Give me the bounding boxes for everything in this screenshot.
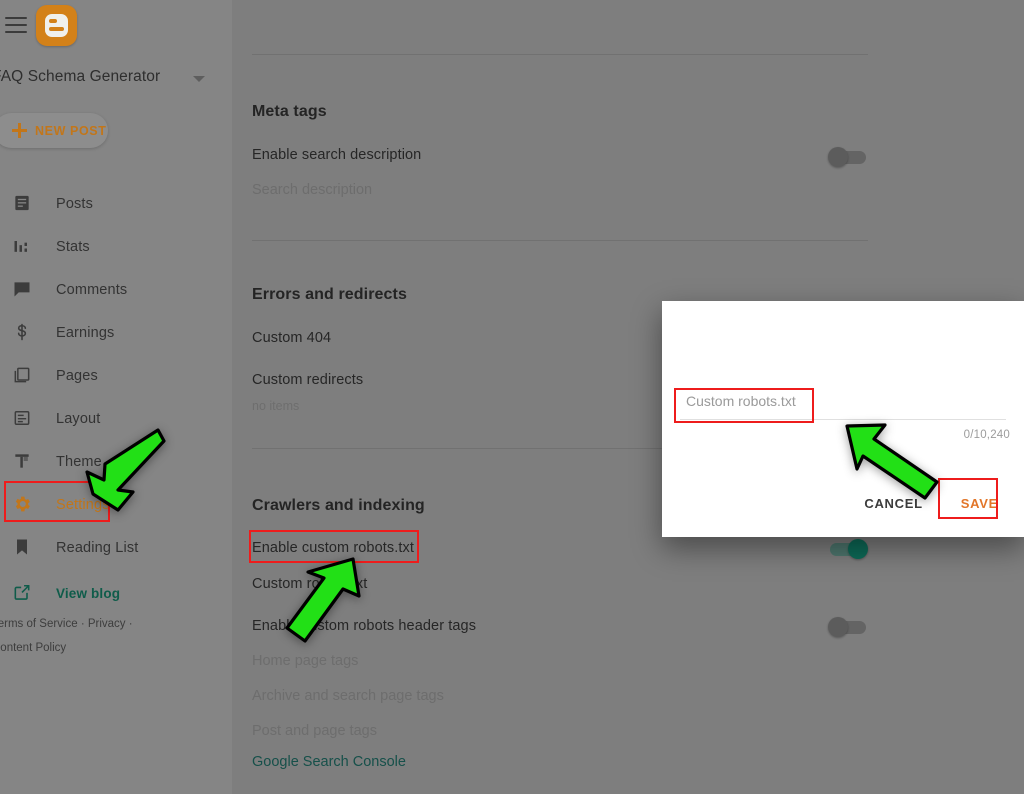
blogger-logo-icon[interactable] bbox=[36, 5, 77, 46]
row-label-enable-custom-robots-txt[interactable]: Enable custom robots.txt bbox=[252, 540, 414, 556]
sidebar-item-label: Reading List bbox=[56, 539, 139, 556]
row-label-enable-search-description[interactable]: Enable search description bbox=[252, 147, 421, 163]
sidebar-item-earnings[interactable]: Earnings bbox=[0, 311, 232, 354]
sidebar-item-label: Earnings bbox=[56, 324, 115, 341]
theme-icon bbox=[12, 451, 34, 473]
row-label-post-and-page-tags[interactable]: Post and page tags bbox=[252, 723, 377, 739]
sidebar-nav: Posts Stats Comments Earnings Pages Layo… bbox=[0, 182, 232, 615]
custom-robots-txt-placeholder: Custom robots.txt bbox=[686, 393, 796, 409]
footer-legal-line-2[interactable]: Content Policy bbox=[0, 636, 66, 660]
character-counter: 0/10,240 bbox=[963, 429, 1010, 441]
row-label-google-search-console[interactable]: Google Search Console bbox=[252, 754, 406, 770]
earnings-dollar-icon bbox=[12, 322, 34, 344]
row-label-custom-404[interactable]: Custom 404 bbox=[252, 330, 331, 346]
section-title-errors-and-redirects: Errors and redirects bbox=[252, 286, 407, 303]
row-label-search-description[interactable]: Search description bbox=[252, 182, 372, 198]
sidebar-topbar bbox=[0, 0, 232, 56]
blog-title: FAQ Schema Generator bbox=[0, 68, 161, 85]
row-sub-custom-redirects: no items bbox=[252, 399, 300, 413]
stats-icon bbox=[12, 236, 34, 258]
sidebar-item-view-blog[interactable]: View blog bbox=[0, 571, 232, 615]
new-post-label: NEW POST bbox=[35, 123, 107, 138]
screen-root: FAQ Schema Generator NEW POST Posts Stat… bbox=[0, 0, 1024, 794]
custom-robots-txt-field[interactable]: Custom robots.txt bbox=[680, 387, 1006, 420]
row-label-enable-custom-robots-header-tags[interactable]: Enable custom robots header tags bbox=[252, 618, 476, 634]
toggle-enable-custom-robots-header-tags[interactable] bbox=[828, 617, 872, 637]
new-post-button[interactable]: NEW POST bbox=[0, 113, 108, 148]
divider bbox=[252, 54, 868, 55]
save-button[interactable]: SAVE bbox=[947, 490, 1012, 517]
blog-selector[interactable]: FAQ Schema Generator bbox=[0, 68, 232, 94]
plus-icon bbox=[12, 123, 27, 138]
sidebar-item-label: Posts bbox=[56, 195, 94, 212]
section-title-crawlers-and-indexing: Crawlers and indexing bbox=[252, 497, 425, 514]
dialog-actions: CANCEL SAVE bbox=[854, 490, 1012, 517]
hamburger-menu-icon[interactable] bbox=[5, 17, 27, 33]
toggle-knob bbox=[828, 147, 848, 167]
footer-legal-line-1[interactable]: Terms of Service · Privacy · bbox=[0, 612, 133, 636]
sidebar-item-label: Layout bbox=[56, 410, 101, 427]
toggle-enable-search-description[interactable] bbox=[828, 147, 872, 167]
posts-icon bbox=[12, 193, 34, 215]
layout-icon bbox=[12, 408, 34, 430]
sidebar-item-pages[interactable]: Pages bbox=[0, 354, 232, 397]
sidebar-item-stats[interactable]: Stats bbox=[0, 225, 232, 268]
section-title-meta-tags: Meta tags bbox=[252, 103, 327, 120]
sidebar-item-settings[interactable]: Settings bbox=[0, 483, 232, 526]
sidebar-item-label: Pages bbox=[56, 367, 98, 384]
toggle-knob bbox=[848, 539, 868, 559]
sidebar-item-layout[interactable]: Layout bbox=[0, 397, 232, 440]
toggle-enable-custom-robots-txt[interactable] bbox=[828, 539, 872, 559]
sidebar-item-label: Theme bbox=[56, 453, 102, 470]
toggle-knob bbox=[828, 617, 848, 637]
chevron-down-icon[interactable] bbox=[193, 76, 205, 82]
custom-robots-txt-dialog: Custom robots.txt 0/10,240 CANCEL SAVE bbox=[662, 301, 1024, 537]
sidebar-item-label: Stats bbox=[56, 238, 90, 255]
bookmark-icon bbox=[12, 537, 34, 559]
gear-icon bbox=[12, 494, 34, 516]
comments-icon bbox=[12, 279, 34, 301]
sidebar-item-theme[interactable]: Theme bbox=[0, 440, 232, 483]
row-label-custom-redirects[interactable]: Custom redirects bbox=[252, 372, 363, 388]
row-label-archive-and-search-page-tags[interactable]: Archive and search page tags bbox=[252, 688, 444, 704]
cancel-button[interactable]: CANCEL bbox=[854, 490, 932, 517]
sidebar: FAQ Schema Generator NEW POST Posts Stat… bbox=[0, 0, 232, 794]
sidebar-item-comments[interactable]: Comments bbox=[0, 268, 232, 311]
external-link-icon bbox=[12, 582, 34, 604]
divider bbox=[252, 240, 868, 241]
sidebar-item-posts[interactable]: Posts bbox=[0, 182, 232, 225]
blogger-logo-glyph bbox=[45, 14, 68, 37]
row-label-custom-robots-txt[interactable]: Custom robots.txt bbox=[252, 576, 367, 592]
row-label-home-page-tags[interactable]: Home page tags bbox=[252, 653, 358, 669]
sidebar-item-reading-list[interactable]: Reading List bbox=[0, 526, 232, 569]
sidebar-item-label: Comments bbox=[56, 281, 128, 298]
sidebar-item-label: Settings bbox=[56, 496, 110, 513]
sidebar-item-label: View blog bbox=[56, 585, 121, 601]
blogger-dashboard: FAQ Schema Generator NEW POST Posts Stat… bbox=[0, 0, 1024, 794]
pages-icon bbox=[12, 365, 34, 387]
